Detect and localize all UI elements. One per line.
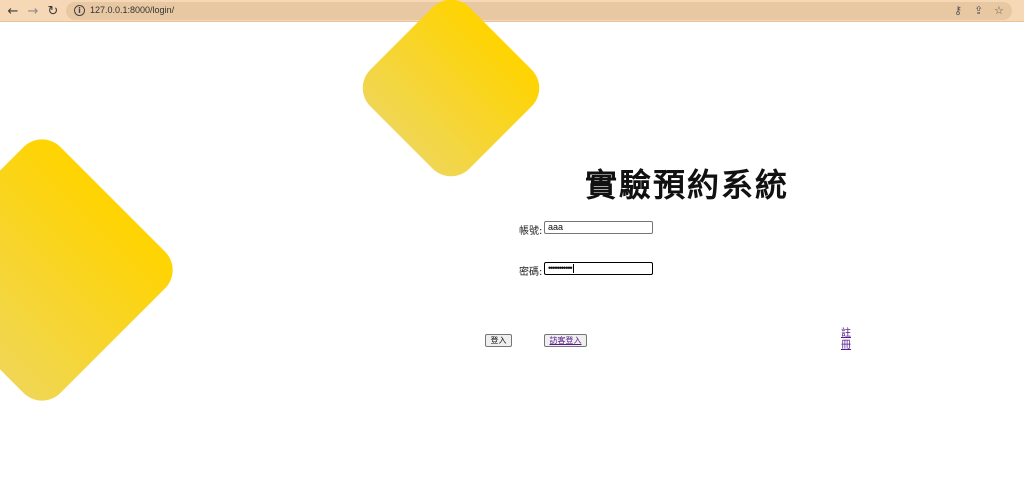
guest-login-button[interactable]: 訪客登入 (544, 334, 587, 347)
login-button[interactable]: 登入 (485, 334, 512, 347)
address-bar[interactable]: i 127.0.0.1:8000/login/ ⚷ ⇪ ☆ (66, 2, 1012, 20)
text-caret (572, 264, 574, 274)
password-input[interactable]: ••••••••••• (544, 262, 653, 275)
forward-icon[interactable]: → (25, 3, 41, 19)
browser-toolbar: ← → ↻ i 127.0.0.1:8000/login/ ⚷ ⇪ ☆ (0, 0, 1024, 22)
password-mask: ••••••••••• (548, 263, 573, 273)
account-label: 帳號: (519, 226, 543, 237)
password-label: 密碼: (519, 267, 543, 278)
reload-icon[interactable]: ↻ (45, 3, 61, 19)
star-icon[interactable]: ☆ (994, 4, 1004, 18)
decorative-diamond-left (0, 128, 184, 412)
share-icon[interactable]: ⇪ (974, 4, 983, 18)
decorative-diamond-top (352, 0, 550, 187)
page-title: 實驗預約系統 (585, 166, 790, 204)
account-input[interactable]: aaa (544, 221, 653, 234)
info-icon[interactable]: i (74, 5, 85, 16)
register-link[interactable]: 註冊 (841, 328, 853, 352)
back-icon[interactable]: ← (5, 3, 21, 19)
guest-login-label: 訪客登入 (549, 336, 582, 345)
key-icon[interactable]: ⚷ (954, 4, 962, 18)
url-text[interactable]: 127.0.0.1:8000/login/ (90, 5, 174, 15)
